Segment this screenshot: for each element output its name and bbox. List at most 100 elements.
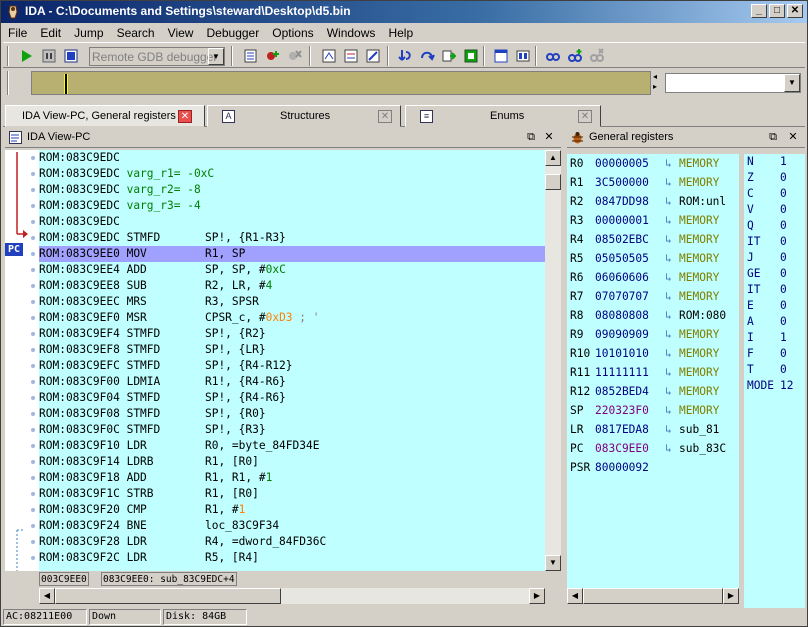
scroll-right-icon[interactable]: ▶ <box>723 588 739 604</box>
scroll-left-icon[interactable]: ◀ <box>567 588 583 604</box>
threads-icon[interactable] <box>513 46 533 66</box>
register-value[interactable]: 06060606 <box>595 268 665 287</box>
flag-value[interactable]: 0 <box>780 267 787 280</box>
disassembly-line[interactable]: ROM:083C9EF0 MSR CPSR_c, #0xD3 ; ' <box>39 310 545 326</box>
flag-row[interactable]: A0 <box>744 314 805 330</box>
flag-row[interactable]: Q0 <box>744 218 805 234</box>
operands[interactable]: R1, [R0] <box>205 455 259 468</box>
disassembly-line[interactable]: ROM:083C9EFC STMFD SP!, {R4-R12} <box>39 358 545 374</box>
register-row[interactable]: R2 0847DD98 ↳ ROM:unl <box>567 192 739 211</box>
close-pane-icon[interactable]: ✕ <box>541 130 557 145</box>
general-registers-list[interactable]: R0 00000005 ↳ MEMORY R1 3C500000 ↳ MEMORY R2 0847… <box>567 154 739 588</box>
flag-row[interactable]: GE 0 <box>744 266 805 282</box>
register-value[interactable]: 08502EBC <box>595 230 665 249</box>
operands[interactable]: R3, SPSR <box>205 295 259 308</box>
run-until-return-icon[interactable] <box>461 46 481 66</box>
registers-horizontal-scrollbar[interactable]: ◀ ▶ <box>567 588 739 604</box>
flag-value[interactable]: 0 <box>780 219 787 232</box>
register-row[interactable]: R6 06060606 ↳ MEMORY <box>567 268 739 287</box>
register-value[interactable]: 0817EDA8 <box>595 420 665 439</box>
operands[interactable]: SP!, {R1-R3} <box>205 231 286 244</box>
disassembly-line[interactable]: ROM:083C9F0C STMFD SP!, {R3} <box>39 422 545 438</box>
register-value[interactable]: 3C500000 <box>595 173 665 192</box>
breakpoint-dot[interactable] <box>31 236 35 240</box>
register-value[interactable]: 220323F0 <box>595 401 665 420</box>
scroll-thumb[interactable] <box>583 588 723 604</box>
operands[interactable]: SP!, {R4-R12} <box>205 359 293 372</box>
stack-variable[interactable]: varg_r2 <box>127 183 174 196</box>
operands[interactable]: R0, =byte_84FD34E <box>205 439 320 452</box>
breakpoint-dot[interactable] <box>31 188 35 192</box>
flag-value[interactable]: 0 <box>780 203 787 216</box>
register-reference[interactable]: MEMORY <box>679 328 719 341</box>
delete-watch-icon[interactable] <box>587 46 607 66</box>
disassembly-line[interactable]: ROM:083C9F18 ADD R1, R1, #1 <box>39 470 545 486</box>
operands[interactable]: CPSR_c, # <box>205 311 266 324</box>
terminate-process-icon[interactable] <box>61 46 81 66</box>
disassembly-line[interactable]: ROM:083C9F20 CMP R1, #1 <box>39 502 545 518</box>
breakpoint-dot[interactable] <box>31 428 35 432</box>
breakpoint-dot[interactable] <box>31 492 35 496</box>
flag-value[interactable]: 1 <box>780 331 787 344</box>
flag-row[interactable]: MODE 12 <box>744 378 805 394</box>
register-row[interactable]: R7 07070707 ↳ MEMORY <box>567 287 739 306</box>
flag-row[interactable]: J0 <box>744 250 805 266</box>
disassembly-horizontal-scrollbar[interactable]: ◀ ▶ <box>39 588 545 604</box>
disassembly-line[interactable]: ROM:083C9EDC varg_r1= -0xC <box>39 166 545 182</box>
register-row[interactable]: R11 11111111 ↳ MEMORY <box>567 363 739 382</box>
instruction-trace-icon[interactable] <box>341 46 361 66</box>
jump-to-reference-icon[interactable]: ↳ <box>665 363 679 382</box>
scroll-left-icon[interactable]: ◀ <box>39 588 55 604</box>
breakpoint-dot[interactable] <box>31 556 35 560</box>
menu-edit[interactable]: Edit <box>35 23 66 40</box>
register-reference[interactable]: MEMORY <box>679 347 719 360</box>
jump-to-reference-icon[interactable]: ↳ <box>665 401 679 420</box>
flag-value[interactable]: 0 <box>780 315 787 328</box>
register-value[interactable]: 08080808 <box>595 306 665 325</box>
scroll-right-icon[interactable]: ▶ <box>529 588 545 604</box>
navigation-combo[interactable]: ▼ <box>665 73 801 93</box>
disassembly-line[interactable]: ROM:083C9EDC varg_r3= -4 <box>39 198 545 214</box>
jump-to-reference-icon[interactable]: ↳ <box>665 173 679 192</box>
menu-options[interactable]: Options <box>267 23 318 40</box>
breakpoint-dot[interactable] <box>31 508 35 512</box>
disassembly-line[interactable]: ROM:083C9F08 STMFD SP!, {R0} <box>39 406 545 422</box>
register-value[interactable]: 0847DD98 <box>595 192 665 211</box>
register-reference[interactable]: MEMORY <box>679 366 719 379</box>
register-row[interactable]: R1 3C500000 ↳ MEMORY <box>567 173 739 192</box>
register-row[interactable]: R12 0852BED4 ↳ MEMORY <box>567 382 739 401</box>
stack-variable[interactable]: varg_r1 <box>127 167 174 180</box>
disassembly-line[interactable]: ROM:083C9F2C LDR R5, [R4] <box>39 550 545 566</box>
register-value[interactable]: 083C9EE0 <box>595 439 665 458</box>
disassembly-line[interactable]: ROM:083C9EDC <box>39 150 545 166</box>
step-over-icon[interactable] <box>417 46 437 66</box>
register-reference[interactable]: MEMORY <box>679 404 719 417</box>
disassembly-line[interactable]: ROM:083C9F10 LDR R0, =byte_84FD34E <box>39 438 545 454</box>
disassembly-line[interactable]: ROM:083C9EE8 SUB R2, LR, #4 <box>39 278 545 294</box>
operands[interactable]: SP, SP, # <box>205 263 266 276</box>
register-row[interactable]: SP 220323F0 ↳ MEMORY <box>567 401 739 420</box>
menu-help[interactable]: Help <box>383 23 418 40</box>
register-reference[interactable]: sub_81 <box>679 423 719 436</box>
menu-jump[interactable]: Jump <box>69 23 108 40</box>
operands[interactable]: SP!, {R0} <box>205 407 266 420</box>
disassembly-line[interactable]: ROM:083C9F24 BNE loc_83C9F34 <box>39 518 545 534</box>
disassembly-listing[interactable]: ROM:083C9EDC ROM:083C9EDC varg_r1= -0xC RO… <box>39 150 545 571</box>
breakpoint-dot[interactable] <box>31 364 35 368</box>
breakpoint-dot[interactable] <box>31 220 35 224</box>
operands[interactable]: R1, SP <box>205 247 245 260</box>
flag-row[interactable]: E0 <box>744 298 805 314</box>
restore-pane-icon[interactable]: ⧉ <box>765 130 781 145</box>
disassembly-line[interactable]: ROM:083C9EF4 STMFD SP!, {R2} <box>39 326 545 342</box>
register-reference[interactable]: MEMORY <box>679 176 719 189</box>
register-row[interactable]: LR 0817EDA8 ↳ sub_81 <box>567 420 739 439</box>
operands[interactable]: R1!, {R4-R6} <box>205 375 286 388</box>
register-reference[interactable]: MEMORY <box>679 290 719 303</box>
disassembly-line[interactable]: ROM:083C9EEC MRS R3, SPSR <box>39 294 545 310</box>
close-window-button[interactable]: ✕ <box>787 4 803 18</box>
register-value[interactable]: 05050505 <box>595 249 665 268</box>
breakpoint-dot[interactable] <box>31 540 35 544</box>
jump-to-reference-icon[interactable]: ↳ <box>665 249 679 268</box>
operands[interactable]: loc_83C9F34 <box>205 519 279 532</box>
breakpoint-dot[interactable] <box>31 412 35 416</box>
